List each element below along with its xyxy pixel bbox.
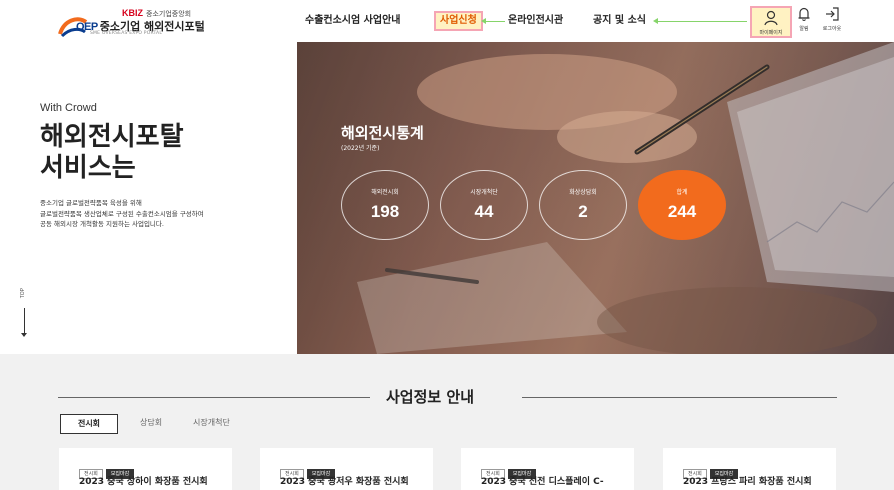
- business-card[interactable]: 전시회 모집마감 2023 프랑스 파리 화장품 전시회: [663, 448, 836, 490]
- tab-market-pioneer[interactable]: 시장개척단: [193, 414, 230, 434]
- mypage-label: 마이페이지: [759, 30, 783, 36]
- stat-value: 2: [578, 202, 588, 221]
- stat-total: 합계 244: [638, 170, 726, 240]
- logout-label: 로그아웃: [822, 26, 842, 32]
- alarm-label: 알림: [799, 26, 809, 32]
- stat-value: 198: [370, 202, 400, 221]
- stat-label: 합계: [676, 189, 688, 196]
- site-logo[interactable]: KBIZ 중소기업중앙회 OEP 중소기업 해외전시포털 SME OVERSEAS …: [58, 8, 218, 38]
- arrow-down-icon: [21, 308, 27, 337]
- card-title: 2023 중국 광저우 화장품 전시회: [280, 477, 409, 487]
- hero-desc-line: 중소기업 글로벌전략품목 육성을 위해: [40, 199, 142, 207]
- hero-stats-banner: 해외전시통계 (2022년 기준) 해외전시회 198 시장개척단 44 화상상…: [297, 42, 894, 354]
- business-info-section: 사업정보 안내 전시회 상담회 시장개척단 전시회 모집마감 2023 중국 상하…: [0, 354, 894, 490]
- logout-icon: [826, 7, 839, 21]
- alarm-button[interactable]: 알림: [795, 6, 813, 38]
- top-label: TOP: [20, 288, 26, 299]
- nav-apply[interactable]: 사업신청: [434, 11, 483, 31]
- card-title: 2023 프랑스 파리 화장품 전시회: [683, 477, 812, 487]
- section-heading: 사업정보 안내: [0, 386, 894, 408]
- section-title: 사업정보 안내: [386, 388, 475, 406]
- scroll-top-button[interactable]: TOP: [18, 288, 32, 338]
- stat-exhibition: 해외전시회 198: [341, 170, 429, 240]
- stat-market-pioneer: 시장개척단 44: [440, 170, 528, 240]
- logo-subtitle: SME OVERSEAS EXPO PORTAL: [90, 31, 163, 36]
- mypage-button[interactable]: 마이페이지: [750, 6, 792, 38]
- hero-desc-line: 공동 해외시장 개척활동 지원하는 사업입니다.: [40, 220, 164, 228]
- hero-description: 중소기업 글로벌전략품목 육성을 위해 글로벌전략품목 생산업체로 구성된 수출…: [40, 198, 204, 230]
- card-title: 2023 중국 선전 디스플레이 C-: [481, 477, 604, 487]
- card-badges: 전시회 모집마감: [481, 460, 539, 479]
- stat-value: 44: [474, 202, 494, 221]
- annotation-arrow: [653, 18, 747, 24]
- hero-title-line: 해외전시포탈: [40, 122, 184, 152]
- hero-desc-line: 글로벌전략품목 생산업체로 구성된 수출컨소시엄을 구성하여: [40, 209, 204, 218]
- card-badges: 전시회 모집마감: [683, 460, 741, 479]
- stat-label: 해외전시회: [371, 189, 399, 196]
- business-card[interactable]: 전시회 모집마감 2023 중국 상하이 화장품 전시회: [59, 448, 232, 490]
- divider: [58, 397, 370, 398]
- card-badges: 전시회 모집마감: [280, 460, 338, 479]
- nav-export-consortium[interactable]: 수출컨소시엄 사업안내: [305, 11, 400, 31]
- business-card[interactable]: 전시회 모집마감 2023 중국 광저우 화장품 전시회: [260, 448, 433, 490]
- hero-eyebrow: With Crowd: [40, 102, 97, 114]
- stats-subtitle: (2022년 기준): [341, 145, 380, 152]
- card-badges: 전시회 모집마감: [79, 460, 137, 479]
- stat-value: 244: [667, 202, 697, 221]
- stats-title: 해외전시통계: [341, 124, 424, 142]
- hero-title: 해외전시포탈 서비스는: [40, 122, 184, 184]
- tab-exhibition[interactable]: 전시회: [60, 414, 118, 434]
- card-title: 2023 중국 상하이 화장품 전시회: [79, 477, 208, 487]
- divider: [522, 397, 837, 398]
- business-card[interactable]: 전시회 모집마감 2023 중국 선전 디스플레이 C-: [461, 448, 634, 490]
- hero-intro: With Crowd 해외전시포탈 서비스는 중소기업 글로벌전략품목 육성을 …: [0, 42, 297, 354]
- stat-video-consult: 화상상담회 2: [539, 170, 627, 240]
- site-header: KBIZ 중소기업중앙회 OEP 중소기업 해외전시포털 SME OVERSEAS …: [0, 0, 894, 42]
- hero-title-line: 서비스는: [40, 153, 136, 183]
- logout-button[interactable]: 로그아웃: [817, 6, 847, 38]
- nav-online-exhibition[interactable]: 온라인전시관: [508, 11, 563, 31]
- nav-notice-news[interactable]: 공지 및 소식: [593, 11, 646, 31]
- user-icon: [764, 10, 778, 26]
- annotation-arrow: [481, 18, 505, 24]
- stat-label: 화상상담회: [569, 189, 597, 196]
- tab-consultation[interactable]: 상담회: [140, 414, 162, 434]
- bell-icon: [798, 7, 810, 22]
- stat-label: 시장개척단: [470, 189, 498, 196]
